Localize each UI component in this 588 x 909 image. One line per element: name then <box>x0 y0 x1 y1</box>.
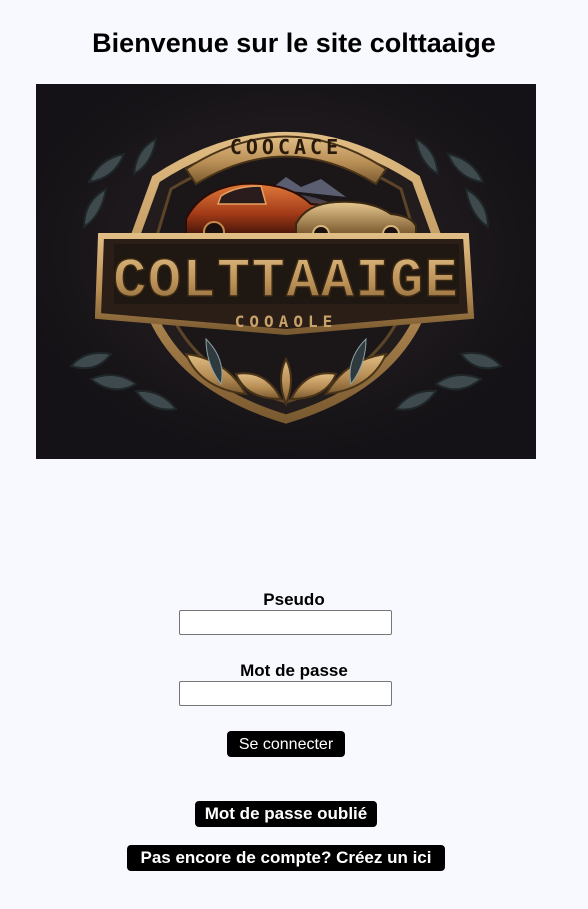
logo-main-text: COLTTAAIGE <box>113 249 459 313</box>
vintage-car-emblem-icon: COOCACE COLTTAAIGE COOAOLE <box>36 84 536 459</box>
pseudo-label: Pseudo <box>263 590 325 609</box>
create-account-link[interactable]: Pas encore de compte? Créez un ici <box>127 845 445 871</box>
logo-bottom-text: COOAOLE <box>235 312 337 331</box>
password-input[interactable] <box>179 681 392 706</box>
logo-top-text: COOCACE <box>230 135 342 159</box>
password-label: Mot de passe <box>240 661 348 680</box>
page-title: Bienvenue sur le site colttaaige <box>92 28 496 58</box>
pseudo-input[interactable] <box>179 610 392 635</box>
forgot-password-link[interactable]: Mot de passe oublié <box>195 801 377 827</box>
site-logo-image: COOCACE COLTTAAIGE COOAOLE <box>36 84 536 459</box>
login-button[interactable]: Se connecter <box>227 731 345 757</box>
